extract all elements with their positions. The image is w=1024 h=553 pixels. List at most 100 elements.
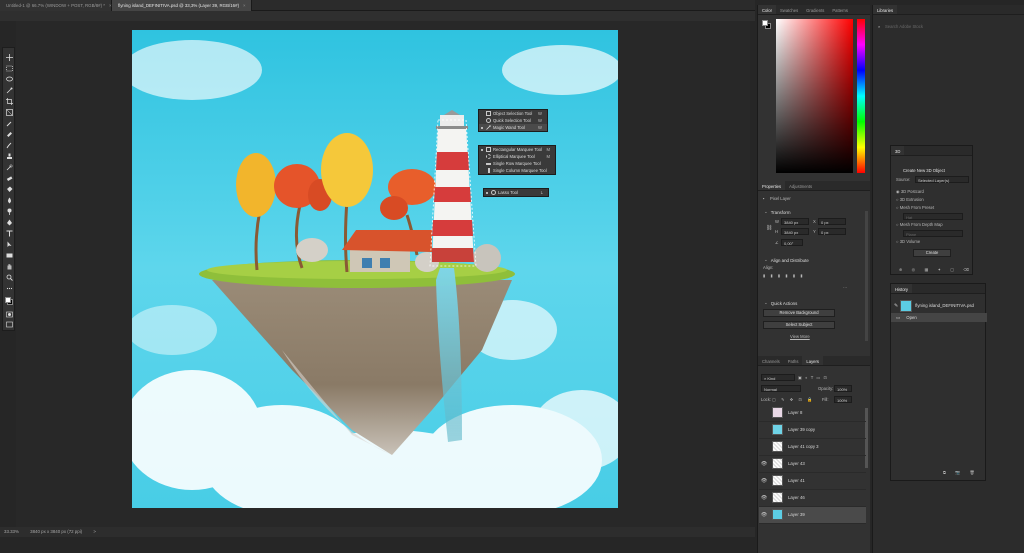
select-subject-button[interactable]: Select Subject [763, 321, 835, 329]
tab-color[interactable]: Color [758, 5, 777, 14]
eye-icon[interactable]: 👁 [759, 461, 769, 467]
document-canvas[interactable] [132, 30, 618, 508]
history-footer-icons[interactable]: ⧉ 📷 🗑 [943, 470, 979, 476]
link-icon[interactable]: ⛓ [766, 225, 772, 231]
quick-selection-tool-item[interactable]: Quick Selection Tool W [479, 117, 547, 124]
frame-tool-icon[interactable] [6, 109, 13, 116]
layer-row[interactable]: 👁 Layer 46 [759, 490, 866, 507]
color-swatches[interactable] [5, 296, 13, 306]
layer-row[interactable]: Layer 8 [759, 405, 866, 422]
foreground-color-swatch[interactable] [5, 297, 11, 303]
single-row-marquee-tool-item[interactable]: Single Row Marquee Tool [479, 160, 555, 167]
tab-gradients[interactable]: Gradients [802, 5, 828, 14]
eye-icon[interactable]: 👁 [759, 512, 769, 518]
tab-history[interactable]: History [891, 284, 913, 293]
radio-mesh-from-depth-map[interactable]: ○ Mesh From Depth Map [896, 222, 943, 227]
radio-3d-extrusion[interactable]: ○ 3D Extrusion [896, 197, 924, 202]
quick-mask-icon[interactable] [6, 311, 13, 318]
lasso-tool-icon[interactable] [6, 76, 13, 83]
dodge-tool-icon[interactable] [6, 208, 13, 215]
move-tool-icon[interactable] [6, 54, 13, 61]
paint-bucket-tool-icon[interactable] [6, 186, 13, 193]
x-field[interactable]: 0 px [818, 218, 846, 225]
close-icon[interactable]: × [243, 3, 246, 8]
status-menu-arrow[interactable]: > [93, 529, 96, 534]
angle-field[interactable]: 0,00° [781, 239, 803, 246]
layer-row[interactable]: 👁 Layer 41 [759, 473, 866, 490]
brush-source-icon[interactable]: ✎ [894, 303, 898, 309]
clone-stamp-tool-icon[interactable] [6, 153, 13, 160]
marquee-tool-icon[interactable] [6, 65, 13, 72]
tab-flyning-island[interactable]: flyning island_DEFINITIVA.psd @ 33,3% (L… [112, 0, 252, 11]
eyedropper-tool-icon[interactable] [6, 120, 13, 127]
align-buttons[interactable]: ▮ ▮ ▮ ▮ ▮ ▮ [763, 273, 805, 278]
quick-actions-section-header[interactable]: ⌄ Quick Actions [758, 297, 803, 309]
layer-kind-filter[interactable]: ⌕ Kind [761, 374, 795, 381]
tab-adjustments[interactable]: Adjustments [785, 181, 816, 190]
radio-3d-volume[interactable]: ○ 3D Volume [896, 239, 920, 244]
history-brush-tool-icon[interactable] [6, 164, 13, 171]
preset-select[interactable]: Hat [903, 213, 963, 220]
magic-wand-tool-item[interactable]: Magic Wand Tool W [479, 124, 547, 131]
tab-paths[interactable]: Paths [784, 356, 803, 365]
more-tools-icon[interactable] [6, 285, 13, 292]
source-select[interactable]: Selected Layer(s) [915, 176, 969, 183]
elliptical-marquee-tool-item[interactable]: Elliptical Marquee Tool M [479, 153, 555, 160]
tab-swatches[interactable]: Swatches [776, 5, 802, 14]
lock-icons[interactable]: ▢ ✎ ✥ ⊡ 🔒 [772, 397, 814, 403]
tab-properties[interactable]: Properties [758, 181, 786, 190]
view-more-link[interactable]: View More [790, 334, 810, 339]
zoom-level[interactable]: 33.33% [4, 529, 19, 534]
transform-section-header[interactable]: ⌄ Transform [758, 206, 797, 218]
blend-mode-select[interactable]: Normal [761, 385, 801, 392]
rectangular-marquee-tool-item[interactable]: Rectangular Marquee Tool M [479, 146, 555, 153]
eraser-tool-icon[interactable] [6, 175, 13, 182]
crop-tool-icon[interactable] [6, 98, 13, 105]
height-field[interactable]: 3840 px [781, 228, 809, 235]
type-tool-icon[interactable] [6, 230, 13, 237]
radio-mesh-from-preset[interactable]: ○ Mesh From Preset [896, 205, 934, 210]
tab-libraries[interactable]: Libraries [873, 5, 898, 14]
y-field[interactable]: 0 px [818, 228, 846, 235]
object-selection-tool-item[interactable]: Object Selection Tool W [479, 110, 547, 117]
tab-patterns[interactable]: Patterns [828, 5, 852, 14]
history-state-open[interactable]: ▭ Open [891, 313, 987, 322]
pen-tool-icon[interactable] [6, 219, 13, 226]
zoom-tool-icon[interactable] [6, 274, 13, 281]
tab-channels[interactable]: Channels [758, 356, 784, 365]
color-swatches[interactable] [762, 20, 772, 30]
screen-mode-icon[interactable] [6, 321, 13, 328]
radio-3d-postcard[interactable]: ◉ 3D Postcard [896, 189, 924, 194]
hand-tool-icon[interactable] [6, 263, 13, 270]
layer-row[interactable]: Layer 39 copy [759, 422, 866, 439]
eye-icon[interactable]: 👁 [759, 478, 769, 484]
history-snapshot[interactable]: ✎ flyning island_DEFINITIVA.psd [891, 298, 987, 313]
tab-untitled-1[interactable]: Untitled-1 @ 66.7% (WINDOW + POST, RGB/8… [0, 0, 112, 11]
3d-panel-footer-icons[interactable]: ⊕ ◎ ▦ ✦ ▢ ⌫ [899, 267, 973, 272]
hue-slider[interactable] [857, 19, 865, 173]
layer-row[interactable]: Layer 41 copy 3 [759, 439, 866, 456]
rectangle-tool-icon[interactable] [6, 252, 13, 259]
tab-3d[interactable]: 3D [891, 146, 905, 155]
create-button[interactable]: Create [913, 249, 951, 257]
magic-wand-tool-icon[interactable] [6, 87, 13, 94]
blur-tool-icon[interactable] [6, 197, 13, 204]
filter-icons[interactable]: ▣ ◐ T ▭ ⊡ [798, 375, 828, 380]
layer-row[interactable]: 👁 Layer 39 [759, 507, 866, 524]
color-field[interactable] [776, 19, 853, 173]
remove-background-button[interactable]: Remove Background [763, 309, 835, 317]
tab-layers[interactable]: Layers [802, 356, 823, 365]
healing-brush-tool-icon[interactable] [6, 131, 13, 138]
lasso-tool-item[interactable]: Lasso Tool L [484, 189, 548, 196]
width-field[interactable]: 3840 px [781, 218, 809, 225]
fill-field[interactable]: 100% [834, 396, 852, 403]
single-column-marquee-tool-item[interactable]: Single Column Marquee Tool [479, 167, 555, 174]
foreground-color-swatch[interactable] [762, 20, 768, 26]
eye-icon[interactable]: 👁 [759, 495, 769, 501]
more-options-icon[interactable]: ··· [843, 285, 847, 290]
opacity-field[interactable]: 100% [834, 385, 852, 392]
libraries-search-input[interactable]: Search Adobe Stock [885, 24, 923, 29]
depth-map-select[interactable]: Plane [903, 230, 963, 237]
brush-tool-icon[interactable] [6, 142, 13, 149]
layer-row[interactable]: 👁 Layer 43 [759, 456, 866, 473]
